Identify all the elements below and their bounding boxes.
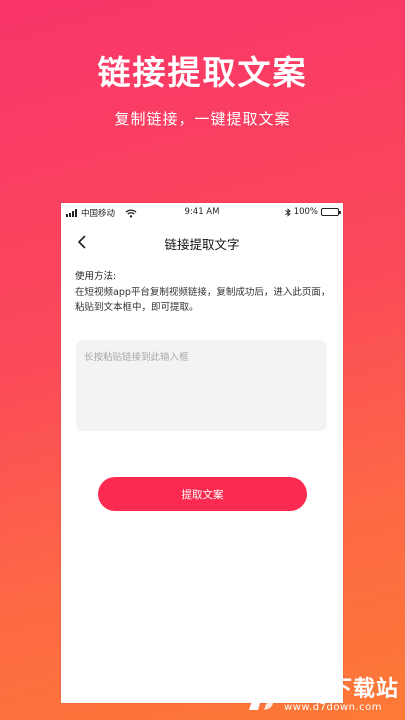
hero-subtitle: 复制链接，一键提取文案 bbox=[114, 110, 291, 128]
status-right: 100% bbox=[284, 207, 341, 217]
usage-label: 使用方法: bbox=[75, 271, 117, 282]
extract-button[interactable]: 提取文案 bbox=[98, 477, 307, 511]
hero-title: 链接提取文案 bbox=[97, 53, 308, 92]
status-bar: 中国移动 9:41 AM 100% bbox=[61, 203, 343, 221]
bluetooth-icon bbox=[284, 207, 291, 217]
nav-bar: 链接提取文字 bbox=[61, 225, 343, 259]
link-input[interactable] bbox=[76, 340, 327, 431]
phone-screen: 中国移动 9:41 AM 100% 链接提取文字 使用方法: 在短视频app平台… bbox=[61, 203, 343, 703]
watermark-logo-icon bbox=[248, 682, 278, 710]
watermark-text: 第七下载站 www.d7down.com bbox=[284, 678, 399, 714]
watermark-url: www.d7down.com bbox=[283, 702, 383, 713]
battery-percent: 100% bbox=[293, 207, 318, 217]
battery-icon bbox=[321, 208, 341, 216]
watermark: 第七下载站 www.d7down.com bbox=[244, 678, 399, 714]
usage-instructions: 在短视频app平台复制视频链接，复制成功后，进入此页面，粘贴到文本框中，即可提取… bbox=[75, 287, 331, 313]
page-title: 链接提取文字 bbox=[164, 237, 240, 252]
watermark-name: 第七下载站 bbox=[283, 677, 399, 702]
